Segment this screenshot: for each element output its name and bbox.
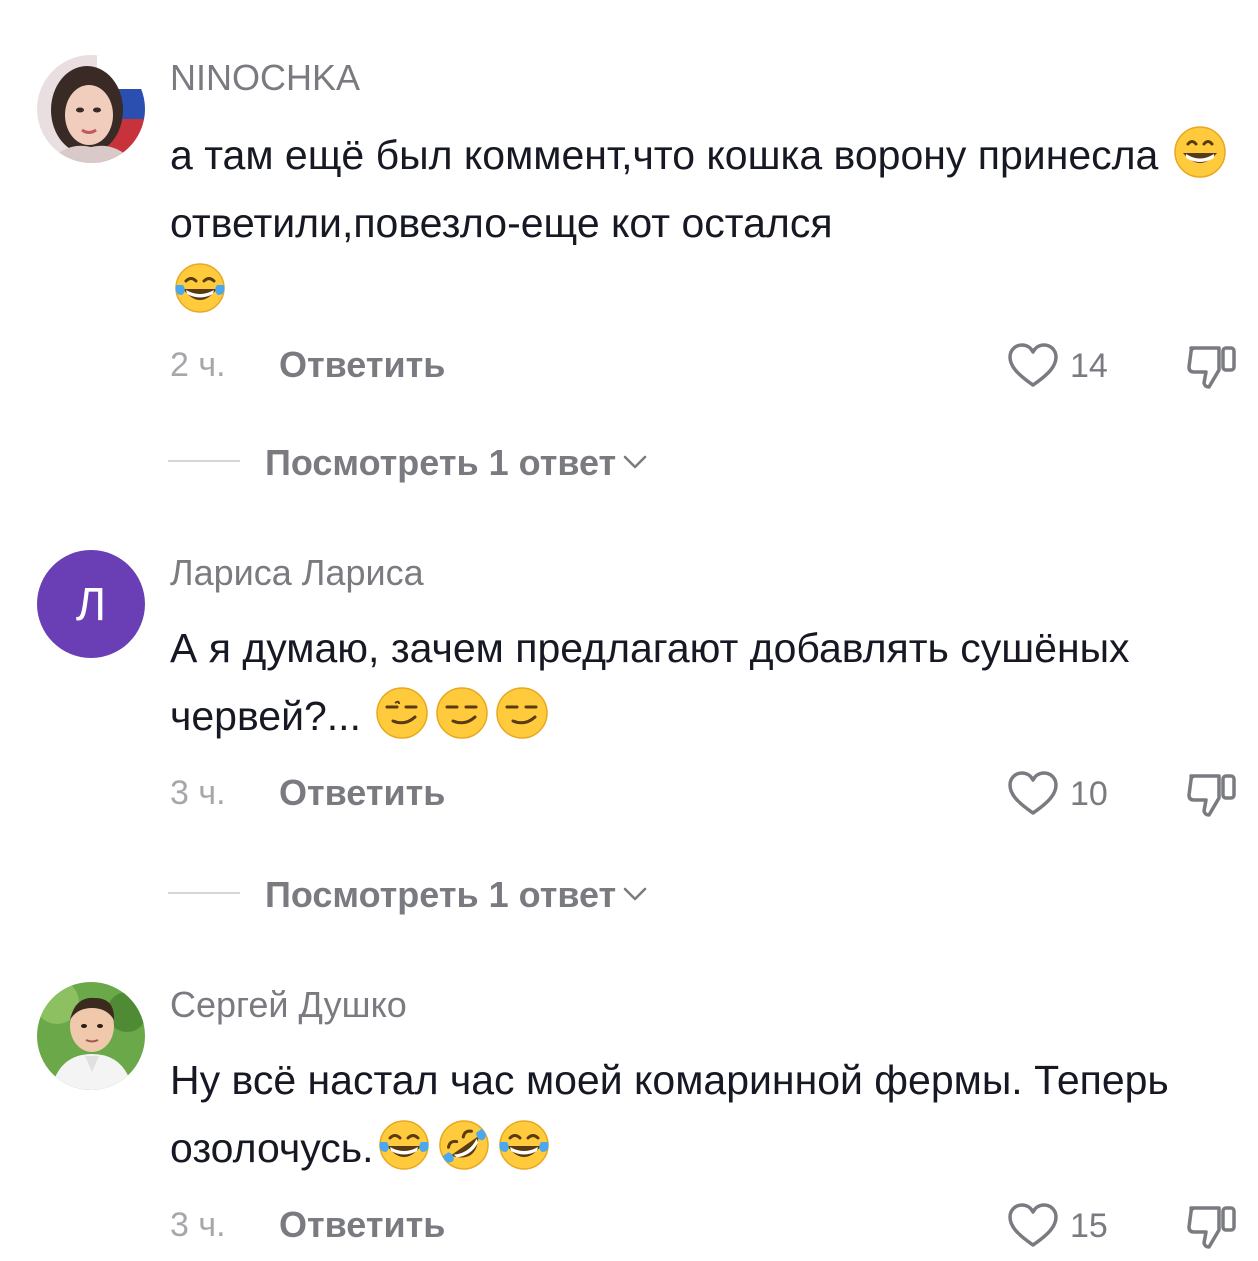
like-count: 14 xyxy=(1070,347,1108,385)
avatar-sergey[interactable] xyxy=(37,982,145,1090)
comment-actions: 3 ч. Ответить 10 xyxy=(0,766,1258,826)
like-count: 10 xyxy=(1070,775,1108,813)
comment-text-part: ответили,повезло-еще кот остался xyxy=(170,200,833,246)
reply-button[interactable]: Ответить xyxy=(279,772,445,814)
thumbs-down-outline-icon[interactable] xyxy=(1185,1200,1239,1254)
smirking-face-emoji xyxy=(435,686,489,740)
comment-text-part: А я думаю, зачем предлагают добавлять су… xyxy=(170,625,1130,739)
comment-actions: 3 ч. Ответить 15 xyxy=(0,1198,1258,1258)
tears-of-joy-emoji xyxy=(173,261,227,315)
comment-actions: 2 ч. Ответить 14 xyxy=(0,338,1258,398)
heart-outline-icon[interactable] xyxy=(1005,338,1061,394)
view-replies-label: Посмотреть 1 ответ xyxy=(265,874,617,915)
view-replies-row: Посмотреть 1 ответ xyxy=(0,868,1258,918)
comment-text-part: Ну всё настал час моей комаринной фермы.… xyxy=(170,1057,1169,1171)
comment-time: 3 ч. xyxy=(170,1206,226,1244)
avatar-letter[interactable]: Л xyxy=(37,550,145,658)
heart-outline-icon[interactable] xyxy=(1005,1198,1061,1254)
view-replies-label: Посмотреть 1 ответ xyxy=(265,442,617,483)
view-replies-row: Посмотреть 1 ответ xyxy=(0,436,1258,486)
comment-text: А я думаю, зачем предлагают добавлять су… xyxy=(170,614,1245,750)
heart-outline-icon[interactable] xyxy=(1005,766,1061,822)
username[interactable]: Лариса Лариса xyxy=(170,552,424,594)
username[interactable]: NINOCHKA xyxy=(170,57,360,99)
comment-text: а там ещё был коммент,что кошка ворону п… xyxy=(170,121,1245,325)
comment-time: 3 ч. xyxy=(170,774,226,812)
tears-of-joy-emoji xyxy=(377,1118,431,1172)
replies-divider xyxy=(168,892,240,894)
chevron-down-icon xyxy=(622,871,648,901)
view-replies-button[interactable]: Посмотреть 1 ответ xyxy=(265,439,648,484)
comment-time: 2 ч. xyxy=(170,346,226,384)
thumbs-down-outline-icon[interactable] xyxy=(1185,768,1239,822)
comment-text-part: а там ещё был коммент,что кошка ворону п… xyxy=(170,132,1170,178)
grinning-face-emoji xyxy=(1173,125,1227,179)
thumbs-down-outline-icon[interactable] xyxy=(1185,340,1239,394)
chevron-down-icon xyxy=(622,439,648,469)
view-replies-button[interactable]: Посмотреть 1 ответ xyxy=(265,871,648,916)
smirking-face-emoji xyxy=(375,686,429,740)
reply-button[interactable]: Ответить xyxy=(279,344,445,386)
comment-text: Ну всё настал час моей комаринной фермы.… xyxy=(170,1046,1245,1182)
rolling-on-floor-laughing-emoji xyxy=(437,1118,491,1172)
reply-button[interactable]: Ответить xyxy=(279,1204,445,1246)
smirking-face-emoji xyxy=(495,686,549,740)
tears-of-joy-emoji xyxy=(497,1118,551,1172)
avatar-ninochka[interactable] xyxy=(37,55,145,163)
username[interactable]: Сергей Душко xyxy=(170,984,407,1026)
replies-divider xyxy=(168,460,240,462)
like-count: 15 xyxy=(1070,1207,1108,1245)
